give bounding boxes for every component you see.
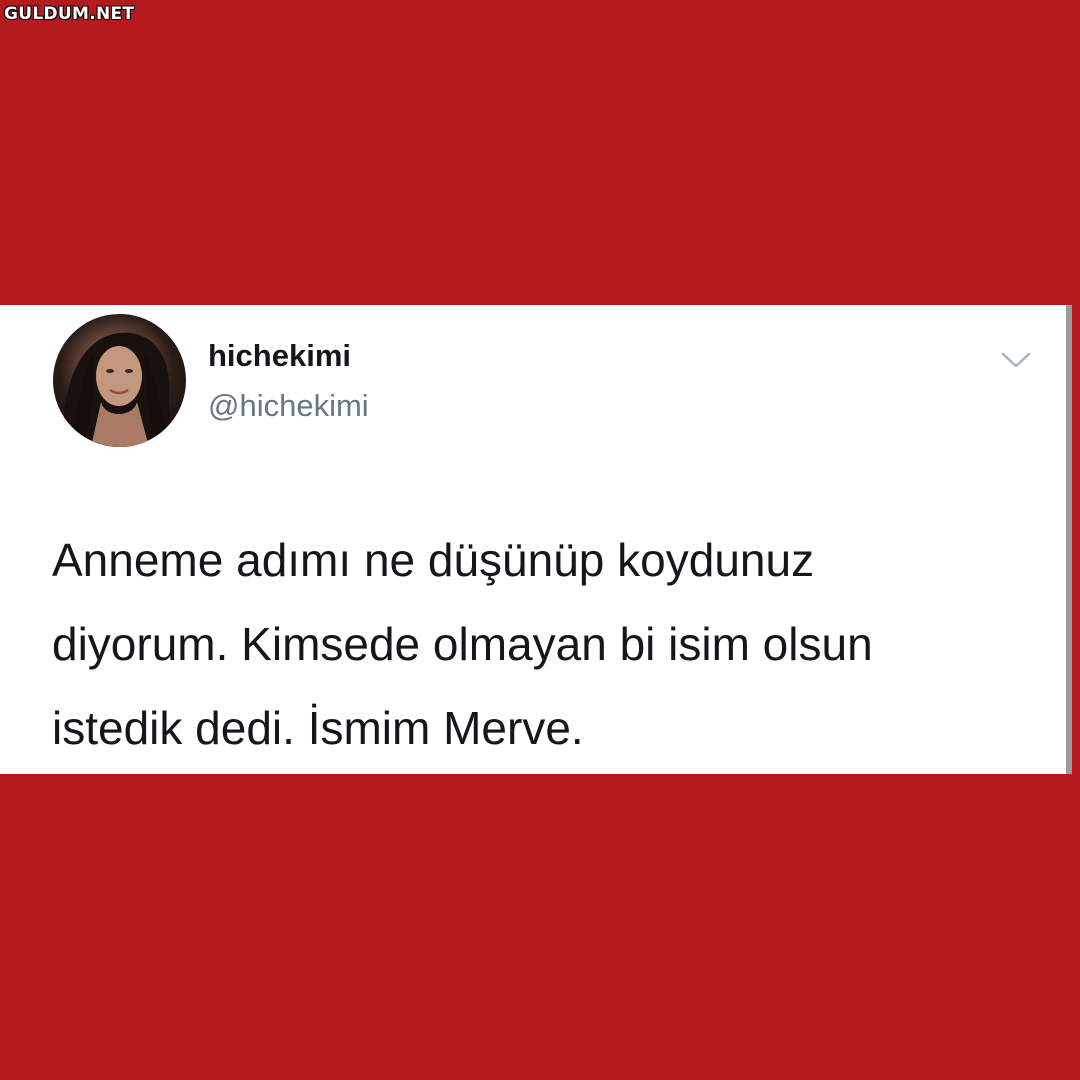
display-name[interactable]: hichekimi — [208, 337, 351, 375]
avatar[interactable] — [53, 314, 186, 447]
user-handle[interactable]: @hichekimi — [208, 387, 369, 425]
tweet-text-line: diyorum. Kimsede olmayan bi isim olsun — [52, 618, 873, 670]
site-watermark: GULDUM.NET — [4, 4, 135, 24]
tweet-text-line: Anneme adımı ne düşünüp koydunuz — [52, 534, 815, 586]
tweet-text-line: istedik dedi. İsmim Merve. — [52, 702, 584, 754]
avatar-photo-icon — [62, 332, 179, 447]
chevron-down-icon[interactable] — [1000, 349, 1032, 371]
tweet-text: Anneme adımı ne düşünüp koydunuz diyorum… — [52, 518, 1042, 770]
card-edge — [1066, 305, 1072, 774]
